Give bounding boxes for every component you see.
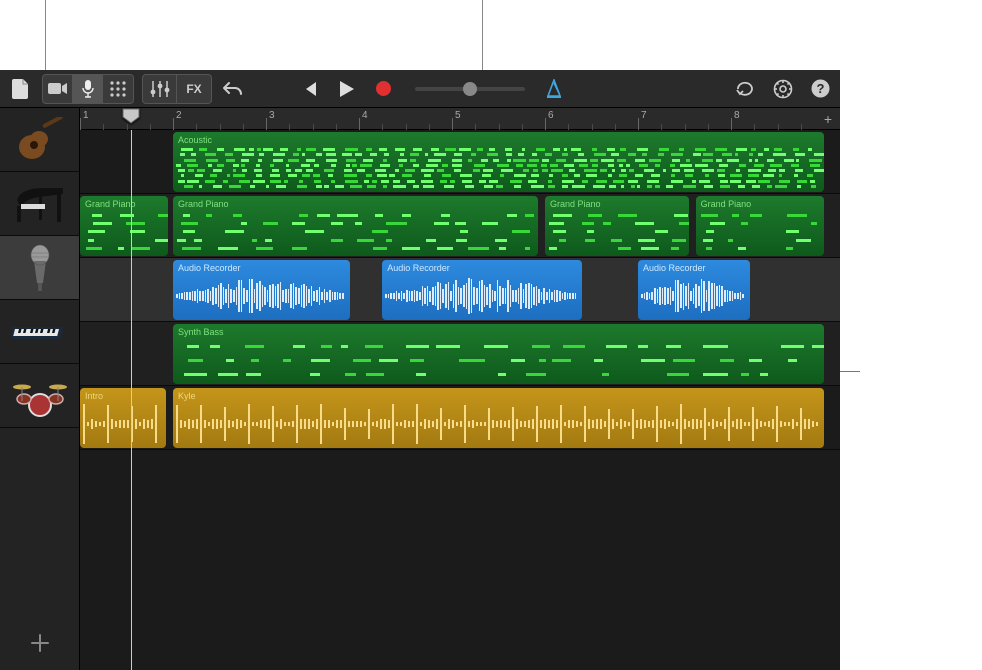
camera-input-button[interactable] (43, 75, 73, 103)
region-label: Synth Bass (178, 327, 819, 338)
microphone-input-button[interactable] (73, 75, 103, 103)
bar-label: 2 (176, 110, 182, 121)
region-content (641, 275, 747, 317)
region-label: Acoustic (178, 135, 819, 146)
loop-browser-button[interactable] (735, 80, 755, 98)
bar-label: 5 (455, 110, 461, 121)
region[interactable]: Grand Piano (696, 196, 824, 256)
add-track-button[interactable] (0, 616, 80, 670)
region-label: Intro (85, 391, 161, 402)
volume-thumb[interactable] (463, 82, 477, 96)
keyboard-icon (12, 308, 68, 356)
region[interactable]: Acoustic (173, 132, 824, 192)
region-content (176, 403, 821, 445)
bar-label: 3 (269, 110, 275, 121)
region-content (176, 147, 821, 189)
region[interactable]: Audio Recorder (382, 260, 582, 320)
region-label: Grand Piano (85, 199, 163, 210)
master-volume-slider[interactable] (415, 87, 525, 91)
track-header-grand-piano[interactable] (0, 172, 79, 236)
go-to-start-button[interactable] (302, 81, 318, 97)
app-window: FX ? (0, 70, 840, 670)
region-label: Grand Piano (178, 199, 533, 210)
region-label: Grand Piano (550, 199, 684, 210)
controls-fx-group: FX (142, 74, 212, 104)
grid-input-button[interactable] (103, 75, 133, 103)
undo-button[interactable] (216, 75, 250, 103)
piano-icon (12, 180, 68, 228)
track-lane-synth-bass[interactable]: Synth Bass (80, 322, 840, 386)
region-content (83, 211, 165, 253)
region-label: Audio Recorder (387, 263, 577, 274)
region-content (699, 211, 821, 253)
bar-label: 8 (734, 110, 740, 121)
region[interactable]: Grand Piano (80, 196, 168, 256)
bar-label: 6 (548, 110, 554, 121)
transport (302, 81, 391, 97)
track-lane-drums[interactable]: Intro Kyle (80, 386, 840, 450)
metronome-button[interactable] (537, 75, 571, 103)
track-lane-acoustic-guitar[interactable]: Acoustic (80, 130, 840, 194)
region-content (83, 403, 163, 445)
playhead[interactable] (131, 130, 132, 670)
mic-icon (12, 244, 68, 292)
bar-label: 4 (362, 110, 368, 121)
settings-button[interactable] (773, 79, 793, 99)
bar-label: 7 (641, 110, 647, 121)
region-content (548, 211, 686, 253)
track-controls-button[interactable] (143, 75, 177, 103)
track-header-synth-bass[interactable] (0, 300, 79, 364)
help-button[interactable]: ? (811, 79, 830, 98)
region[interactable]: Synth Bass (173, 324, 824, 384)
region[interactable]: Kyle (173, 388, 824, 448)
my-songs-button[interactable] (4, 75, 38, 103)
track-lane-audio-recorder[interactable]: Audio Recorder Audio Recorder Audio Record… (80, 258, 840, 322)
svg-text:?: ? (817, 81, 825, 96)
playhead-handle[interactable] (122, 108, 140, 124)
track-header-acoustic-guitar[interactable] (0, 108, 79, 172)
region[interactable]: Audio Recorder (638, 260, 750, 320)
track-headers (0, 108, 80, 670)
region[interactable]: Grand Piano (173, 196, 538, 256)
region-label: Kyle (178, 391, 819, 402)
region-content (176, 275, 347, 317)
region-content (176, 339, 821, 381)
region[interactable]: Grand Piano (545, 196, 689, 256)
toolbar: FX ? (0, 70, 840, 108)
region-label: Audio Recorder (178, 263, 345, 274)
track-header-drums[interactable] (0, 364, 79, 428)
tracks-area: AcousticGrand PianoGrand PianoGrand Pian… (80, 130, 840, 670)
bar-label: 1 (83, 110, 89, 121)
timeline[interactable]: + 12345678 AcousticGrand PianoGrand Pian… (80, 108, 840, 670)
region-label: Audio Recorder (643, 263, 745, 274)
ruler[interactable]: + 1 2 3 4 5 6 7 8 (80, 108, 840, 130)
region-label: Grand Piano (701, 199, 819, 210)
track-header-audio-recorder[interactable] (0, 236, 79, 300)
guitar-icon (12, 116, 68, 164)
record-button[interactable] (376, 81, 391, 96)
input-mode-group (42, 74, 134, 104)
fx-button[interactable]: FX (177, 75, 211, 103)
region[interactable]: Intro (80, 388, 166, 448)
drums-icon (12, 372, 68, 420)
region-content (385, 275, 579, 317)
region-content (176, 211, 535, 253)
play-button[interactable] (340, 81, 354, 97)
region[interactable]: Audio Recorder (173, 260, 350, 320)
track-lane-grand-piano[interactable]: Grand Piano Grand Piano Grand Piano Grand P… (80, 194, 840, 258)
add-section-button[interactable]: + (820, 111, 836, 127)
